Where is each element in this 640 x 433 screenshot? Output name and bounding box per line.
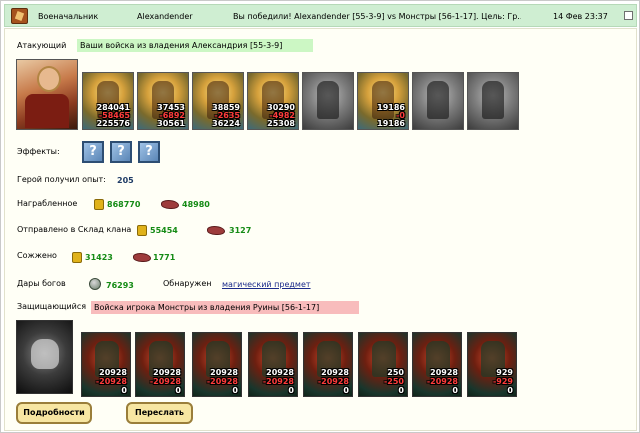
unit-remaining: 0 (175, 386, 181, 395)
unknown-effect-icon[interactable]: ? (82, 141, 104, 163)
attacker-unit-2[interactable]: 37453 -6892 30561 (137, 72, 189, 130)
clan-ore-value: 3127 (229, 226, 252, 235)
unit-remaining: 0 (121, 386, 127, 395)
gifts-value: 76293 (106, 281, 134, 290)
unit-losses: -20928 (262, 377, 294, 386)
battle-report-icon (11, 8, 28, 24)
attacker-hero-portrait[interactable] (16, 59, 78, 130)
report-subject: Вы победили! Alexandender [55-3-9] vs Мо… (233, 12, 521, 21)
defender-unit-2[interactable]: 20928 -20928 0 (135, 332, 185, 397)
gem-icon (89, 278, 101, 290)
forward-button[interactable]: Переслать (126, 402, 193, 424)
attacker-description: Ваши войска из владения Александрия [55-… (77, 39, 313, 52)
unit-remaining: 0 (452, 386, 458, 395)
report-body: Атакующий Ваши войска из владения Алекса… (4, 28, 637, 431)
loot-ore-value: 48980 (182, 200, 210, 209)
unit-count: 20928 (210, 368, 238, 377)
experience-value: 205 (117, 176, 134, 185)
loot-gold-value: 868770 (107, 200, 141, 209)
unit-count: 20928 (153, 368, 181, 377)
attacker-unit-3[interactable]: 38859 -2635 36224 (192, 72, 244, 130)
unit-remaining: 0 (343, 386, 349, 395)
attacker-unit-1[interactable]: 284041 -58465 225576 (82, 72, 134, 130)
unit-count: 20928 (99, 368, 127, 377)
unit-remaining: 0 (232, 386, 238, 395)
unknown-effect-icon[interactable]: ? (110, 141, 132, 163)
sender-role: Военачальник (38, 12, 99, 21)
found-label: Обнаружен (163, 279, 212, 288)
effects-label: Эффекты: (17, 147, 60, 156)
unit-remaining: 19186 (377, 119, 405, 128)
unit-count: 250 (387, 368, 404, 377)
ore-icon (206, 224, 225, 235)
unit-losses: -250 (383, 377, 404, 386)
unit-remaining: 36224 (212, 119, 240, 128)
gold-icon (93, 197, 104, 210)
unit-losses: -20928 (95, 377, 127, 386)
burned-label: Сожжено (17, 251, 57, 260)
unit-losses: -20928 (149, 377, 181, 386)
report-header[interactable]: Военачальник Alexandender Вы победили! A… (4, 4, 637, 27)
attacker-unit-5[interactable] (302, 72, 354, 130)
defender-label: Защищающийся (17, 302, 87, 311)
clan-gold-value: 55454 (150, 226, 178, 235)
loot-label: Награбленное (17, 199, 78, 208)
defender-unit-4[interactable]: 20928 -20928 0 (248, 332, 298, 397)
attacker-unit-8[interactable] (467, 72, 519, 130)
unit-losses: -929 (492, 377, 513, 386)
player-name: Alexandender (137, 12, 193, 21)
attacker-unit-6[interactable]: 19186 -0 19186 (357, 72, 409, 130)
defender-hero-portrait[interactable] (16, 320, 73, 394)
defender-description: Войска игрока Монстры из владения Руины … (91, 301, 359, 314)
report-window: Военачальник Alexandender Вы победили! A… (0, 0, 640, 433)
unit-remaining: 0 (398, 386, 404, 395)
burned-ore-value: 1771 (153, 253, 176, 262)
experience-label: Герой получил опыт: (17, 175, 106, 184)
unknown-effect-icon[interactable]: ? (138, 141, 160, 163)
defender-unit-6[interactable]: 250 -250 0 (358, 332, 408, 397)
unit-losses: -20928 (206, 377, 238, 386)
magic-item-link[interactable]: магический предмет (222, 280, 311, 289)
attacker-label: Атакующий (17, 41, 67, 50)
burned-gold-value: 31423 (85, 253, 113, 262)
details-button[interactable]: Подробности (16, 402, 92, 424)
unit-figure-icon (317, 81, 339, 119)
defender-unit-1[interactable]: 20928 -20928 0 (81, 332, 131, 397)
gold-icon (71, 250, 82, 263)
defender-unit-3[interactable]: 20928 -20928 0 (192, 332, 242, 397)
unit-figure-icon (372, 81, 394, 119)
defender-unit-8[interactable]: 929 -929 0 (467, 332, 517, 397)
unit-count: 929 (496, 368, 513, 377)
select-checkbox[interactable] (624, 11, 633, 20)
unit-remaining: 225576 (96, 119, 130, 128)
unit-count: 20928 (430, 368, 458, 377)
attacker-unit-4[interactable]: 30290 -4982 25308 (247, 72, 299, 130)
unit-losses: -20928 (317, 377, 349, 386)
ore-icon (160, 198, 179, 209)
gold-icon (136, 223, 147, 236)
unit-remaining: 30561 (157, 119, 185, 128)
ore-icon (132, 251, 151, 262)
clan-storage-label: Отправлено в Склад клана (17, 225, 132, 234)
defender-unit-5[interactable]: 20928 -20928 0 (303, 332, 353, 397)
unit-figure-icon (427, 81, 449, 119)
attacker-unit-7[interactable] (412, 72, 464, 130)
unit-remaining: 0 (288, 386, 294, 395)
unit-remaining: 25308 (267, 119, 295, 128)
unit-count: 20928 (266, 368, 294, 377)
defender-unit-7[interactable]: 20928 -20928 0 (412, 332, 462, 397)
unit-figure-icon (482, 81, 504, 119)
gifts-label: Дары богов (17, 279, 66, 288)
unit-count: 20928 (321, 368, 349, 377)
unit-remaining: 0 (507, 386, 513, 395)
unit-losses: -20928 (426, 377, 458, 386)
report-date: 14 Фев 23:37 (553, 12, 608, 21)
